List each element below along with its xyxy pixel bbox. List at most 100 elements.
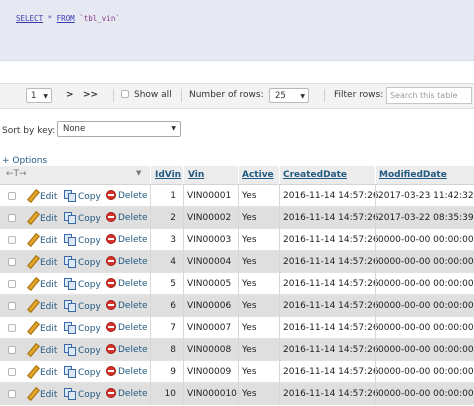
copy-action[interactable]: Copy (64, 322, 101, 335)
table-row[interactable]: Edit Copy Delete 8 VIN00008 Yes 2016-11-14 14:… (0, 339, 474, 361)
edit-action[interactable]: Edit (27, 300, 57, 313)
column-divider (375, 251, 376, 273)
column-header-active[interactable]: Active (242, 169, 274, 181)
filter-rows-input[interactable] (386, 87, 472, 104)
row-checkbox[interactable] (8, 346, 16, 354)
edit-action[interactable]: Edit (27, 212, 57, 225)
edit-action[interactable]: Edit (27, 234, 57, 247)
table-row[interactable]: Edit Copy Delete 10 VIN000010 Yes 2016-11-14 1… (0, 383, 474, 405)
delete-action[interactable]: Delete (106, 300, 148, 312)
cell-modifieddate: 2017-03-23 11:42:32 (378, 191, 474, 201)
number-of-rows-select[interactable]: 25 ▼ (269, 88, 309, 103)
column-divider (238, 295, 239, 317)
column-header-vin[interactable]: Vin (188, 169, 204, 181)
last-page-button[interactable]: >> (83, 88, 98, 103)
sql-keyword-select[interactable]: SELECT (16, 14, 43, 23)
cell-vin: VIN00007 (187, 323, 232, 333)
delete-action[interactable]: Delete (106, 212, 148, 224)
copy-action[interactable]: Copy (64, 366, 101, 379)
chevron-down-icon[interactable]: ▼ (136, 169, 141, 177)
sql-star: * (43, 14, 57, 23)
edit-action[interactable]: Edit (27, 322, 57, 335)
delete-action[interactable]: Delete (106, 344, 148, 356)
copy-action[interactable]: Copy (64, 234, 101, 247)
column-arrows-icon[interactable]: ←T→ (6, 167, 27, 181)
edit-action[interactable]: Edit (27, 344, 57, 357)
delete-action[interactable]: Delete (106, 388, 148, 400)
column-divider (150, 207, 151, 229)
show-all-control[interactable]: Show all (121, 88, 172, 103)
delete-icon (106, 366, 116, 376)
table-row[interactable]: Edit Copy Delete 6 VIN00006 Yes 2016-11-14 14:… (0, 295, 474, 317)
copy-action[interactable]: Copy (64, 344, 101, 357)
copy-label: Copy (78, 280, 101, 290)
cell-vin: VIN00002 (187, 213, 232, 223)
delete-icon (106, 234, 116, 244)
number-of-rows-label: Number of rows: (189, 90, 264, 100)
cell-createddate: 2016-11-14 14:57:26 (283, 323, 379, 333)
column-header-createddate[interactable]: CreatedDate (283, 169, 347, 181)
column-divider (150, 251, 151, 273)
edit-action[interactable]: Edit (27, 366, 57, 379)
edit-label: Edit (40, 280, 58, 290)
table-row[interactable]: Edit Copy Delete 9 VIN00009 Yes 2016-11-14 14:… (0, 361, 474, 383)
copy-label: Copy (78, 368, 101, 378)
delete-action[interactable]: Delete (106, 256, 148, 268)
cell-idvin: 10 (164, 389, 176, 399)
copy-action[interactable]: Copy (64, 190, 101, 203)
row-checkbox[interactable] (8, 368, 16, 376)
cell-vin: VIN00008 (187, 345, 232, 355)
row-checkbox[interactable] (8, 192, 16, 200)
delete-label: Delete (118, 235, 148, 245)
next-page-button[interactable]: > (66, 88, 74, 103)
cell-active: Yes (242, 323, 257, 333)
row-checkbox[interactable] (8, 324, 16, 332)
delete-action[interactable]: Delete (106, 234, 148, 246)
cell-vin: VIN00003 (187, 235, 232, 245)
row-checkbox[interactable] (8, 302, 16, 310)
cell-idvin: 4 (170, 257, 176, 267)
cell-idvin: 6 (170, 301, 176, 311)
row-checkbox[interactable] (8, 258, 16, 266)
pencil-icon (27, 366, 38, 377)
column-divider (150, 383, 151, 405)
sql-query-box[interactable]: SELECT * FROM `tbl_vin` (0, 0, 474, 61)
table-row[interactable]: Edit Copy Delete 7 VIN00007 Yes 2016-11-14 14:… (0, 317, 474, 339)
sort-by-key-select[interactable]: None ▼ (57, 121, 181, 137)
row-checkbox[interactable] (8, 214, 16, 222)
cell-idvin: 2 (170, 213, 176, 223)
copy-action[interactable]: Copy (64, 278, 101, 291)
column-header-idvin[interactable]: IdVin (155, 169, 181, 181)
cell-modifieddate: 0000-00-00 00:00:00 (378, 323, 474, 333)
edit-action[interactable]: Edit (27, 190, 57, 203)
table-row[interactable]: Edit Copy Delete 3 VIN00003 Yes 2016-11-14 14:… (0, 229, 474, 251)
column-header-modifieddate[interactable]: ModifiedDate (379, 169, 447, 181)
table-row[interactable]: Edit Copy Delete 2 VIN00002 Yes 2016-11-14 14:… (0, 207, 474, 229)
row-checkbox[interactable] (8, 390, 16, 398)
delete-action[interactable]: Delete (106, 366, 148, 378)
show-all-checkbox[interactable] (121, 90, 129, 98)
table-row[interactable]: Edit Copy Delete 5 VIN00005 Yes 2016-11-14 14:… (0, 273, 474, 295)
row-checkbox[interactable] (8, 280, 16, 288)
table-row[interactable]: Edit Copy Delete 1 VIN00001 Yes 2016-11-14 14:… (0, 185, 474, 207)
copy-action[interactable]: Copy (64, 256, 101, 269)
delete-icon (106, 322, 116, 332)
copy-action[interactable]: Copy (64, 388, 101, 401)
delete-action[interactable]: Delete (106, 322, 148, 334)
column-divider (183, 339, 184, 361)
delete-action[interactable]: Delete (106, 278, 148, 290)
pagination-toolbar: 1 ▼ > >> Show all Number of rows: 25 ▼ F… (0, 83, 474, 109)
sql-keyword-from[interactable]: FROM (57, 14, 75, 23)
delete-action[interactable]: Delete (106, 190, 148, 202)
row-checkbox[interactable] (8, 236, 16, 244)
edit-action[interactable]: Edit (27, 278, 57, 291)
copy-action[interactable]: Copy (64, 212, 101, 225)
table-row[interactable]: Edit Copy Delete 4 VIN00004 Yes 2016-11-14 14:… (0, 251, 474, 273)
copy-action[interactable]: Copy (64, 300, 101, 313)
page-number-select[interactable]: 1 ▼ (26, 88, 52, 103)
column-divider (183, 273, 184, 295)
column-divider (183, 317, 184, 339)
edit-action[interactable]: Edit (27, 256, 57, 269)
sql-table-name: `tbl_vin` (74, 14, 120, 23)
edit-action[interactable]: Edit (27, 388, 57, 401)
